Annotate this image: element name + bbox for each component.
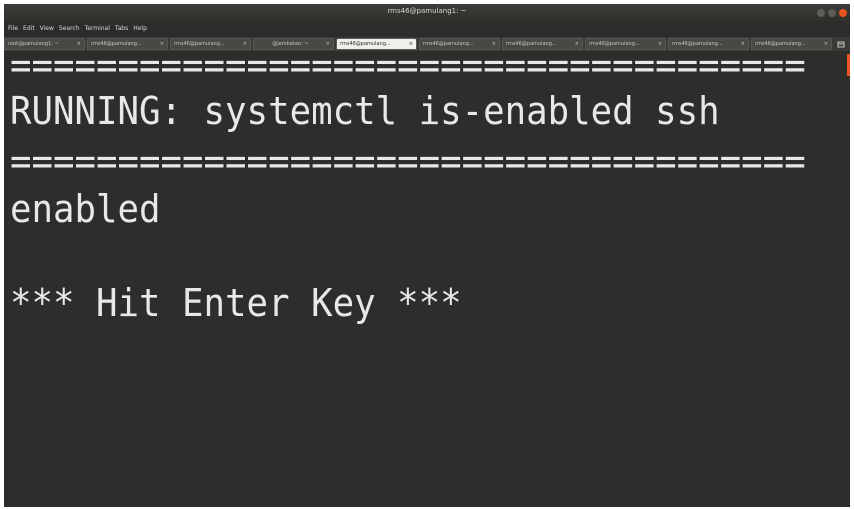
menu-terminal[interactable]: Terminal — [85, 25, 110, 32]
menu-view[interactable]: View — [40, 25, 54, 32]
new-tab-icon[interactable] — [834, 38, 848, 50]
separator-line: ===================================== — [10, 43, 806, 87]
command-result: enabled — [10, 187, 161, 231]
menu-bar: File Edit View Search Terminal Tabs Help — [8, 25, 147, 32]
separator-line: ===================================== — [10, 139, 806, 183]
hit-enter-prompt: *** Hit Enter Key *** — [10, 281, 462, 325]
running-command-line: RUNNING: systemctl is-enabled ssh — [10, 89, 720, 133]
maximize-button[interactable] — [828, 9, 836, 17]
menu-help[interactable]: Help — [133, 25, 147, 32]
terminal-window: rms46@pamulang1: ~ File Edit View Search… — [4, 4, 850, 507]
menu-search[interactable]: Search — [59, 25, 80, 32]
menu-tabs[interactable]: Tabs — [115, 25, 128, 32]
terminal-output[interactable]: ===================================== RU… — [4, 45, 850, 507]
minimize-button[interactable] — [817, 9, 825, 17]
menu-edit[interactable]: Edit — [23, 25, 35, 32]
menu-file[interactable]: File — [8, 25, 18, 32]
window-controls — [817, 9, 847, 17]
close-window-button[interactable] — [839, 9, 847, 17]
title-bar[interactable]: rms46@pamulang1: ~ — [4, 4, 850, 22]
tab-close-icon[interactable]: × — [824, 41, 828, 47]
window-title: rms46@pamulang1: ~ — [387, 7, 467, 15]
scrollbar-thumb[interactable] — [847, 54, 850, 76]
